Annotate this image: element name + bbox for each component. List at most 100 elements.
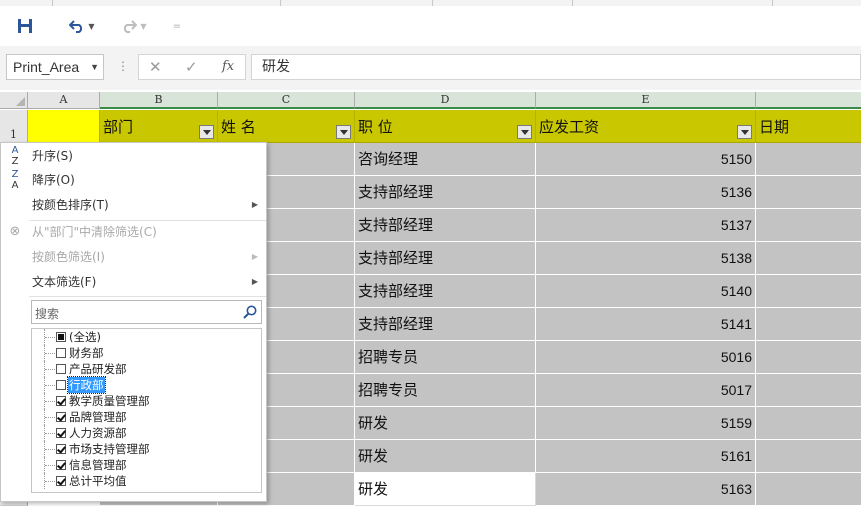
filter-list-item[interactable]: 财务部 xyxy=(32,345,261,361)
filter-search-input[interactable]: 搜索 xyxy=(31,300,262,324)
header-cell-position[interactable]: 职 位 xyxy=(355,110,536,143)
date-cell[interactable] xyxy=(756,473,861,506)
salary-cell[interactable]: 5150 xyxy=(536,143,756,176)
position-cell[interactable]: 研发 xyxy=(355,440,536,473)
position-cell[interactable]: 支持部经理 xyxy=(355,308,536,341)
salary-cell[interactable]: 5140 xyxy=(536,275,756,308)
salary-cell[interactable]: 5159 xyxy=(536,407,756,440)
checkbox[interactable] xyxy=(56,460,66,470)
confirm-icon[interactable]: ✓ xyxy=(185,58,198,76)
menu-item-label: 文本筛选(F) xyxy=(32,275,97,289)
column-header-d[interactable]: D xyxy=(355,92,536,109)
position-cell[interactable]: 研发 xyxy=(355,407,536,440)
checkbox[interactable] xyxy=(56,428,66,438)
date-cell[interactable] xyxy=(756,275,861,308)
salary-cell[interactable]: 5017 xyxy=(536,374,756,407)
search-icon xyxy=(243,305,257,319)
insert-function-icon[interactable]: fx xyxy=(222,59,234,74)
checkbox[interactable] xyxy=(56,364,66,374)
salary-cell[interactable]: 5016 xyxy=(536,341,756,374)
clear-filter-item[interactable]: ⊗ 从"部门"中清除筛选(C) xyxy=(1,220,266,244)
filter-dropdown-button[interactable] xyxy=(336,125,351,139)
filter-list-item[interactable]: 人力资源部 xyxy=(32,425,261,441)
filter-list-item[interactable]: 教学质量管理部 xyxy=(32,393,261,409)
filter-list-item[interactable]: 信息管理部 xyxy=(32,457,261,473)
cancel-icon[interactable]: ✕ xyxy=(149,58,162,76)
select-all-corner[interactable] xyxy=(0,92,28,109)
row-header-1[interactable]: 1 xyxy=(0,110,28,143)
tree-line xyxy=(44,441,55,457)
filter-list-item[interactable]: 总计平均值 xyxy=(32,473,261,489)
filter-dropdown-button[interactable] xyxy=(737,125,752,139)
checkbox[interactable] xyxy=(56,444,66,454)
filter-dropdown-button[interactable] xyxy=(199,125,214,139)
checkbox[interactable] xyxy=(56,396,66,406)
header-label: 应发工资 xyxy=(539,118,600,136)
salary-cell[interactable]: 5161 xyxy=(536,440,756,473)
header-cell-salary[interactable]: 应发工资 xyxy=(536,110,756,143)
header-cell-name[interactable]: 姓 名 xyxy=(218,110,355,143)
position-cell[interactable]: 研发 xyxy=(355,473,536,506)
header-cell-department[interactable]: 部门 xyxy=(100,110,218,143)
column-header-a[interactable]: A xyxy=(28,92,100,109)
salary-cell[interactable]: 5163 xyxy=(536,473,756,506)
salary-cell[interactable]: 5141 xyxy=(536,308,756,341)
redo-button[interactable]: ▼ xyxy=(116,16,152,36)
text-filter-item[interactable]: 文本筛选(F) ▶ xyxy=(1,270,266,294)
date-cell[interactable] xyxy=(756,440,861,473)
clear-filter-icon: ⊗ xyxy=(9,224,21,239)
date-cell[interactable] xyxy=(756,341,861,374)
sort-ascending-item[interactable]: AZ 升序(S) xyxy=(1,144,266,168)
filter-dropdown-button[interactable] xyxy=(517,125,532,139)
date-cell[interactable] xyxy=(756,374,861,407)
sort-ascending-icon: AZ xyxy=(11,145,19,167)
filter-list-item[interactable]: 行政部 xyxy=(32,376,261,394)
formula-input[interactable]: 研发 xyxy=(251,54,861,80)
date-cell[interactable] xyxy=(756,176,861,209)
chevron-down-icon: ▼ xyxy=(140,21,147,31)
position-cell[interactable]: 招聘专员 xyxy=(355,374,536,407)
date-cell[interactable] xyxy=(756,242,861,275)
salary-cell[interactable]: 5138 xyxy=(536,242,756,275)
filter-by-color-item[interactable]: 按颜色筛选(I) ▶ xyxy=(1,245,266,269)
save-button[interactable] xyxy=(14,16,36,36)
filter-list-item[interactable]: 产品研发部 xyxy=(32,361,261,377)
checkbox[interactable] xyxy=(56,332,66,342)
checkbox[interactable] xyxy=(56,348,66,358)
checkbox[interactable] xyxy=(56,476,66,486)
header-cell-date[interactable]: 日期 xyxy=(756,110,861,143)
undo-button[interactable]: ▼ xyxy=(64,16,100,36)
date-cell[interactable] xyxy=(756,407,861,440)
checkbox[interactable] xyxy=(56,380,66,390)
sort-descending-item[interactable]: ZA 降序(O) xyxy=(1,168,266,192)
position-cell[interactable]: 支持部经理 xyxy=(355,176,536,209)
checkbox[interactable] xyxy=(56,412,66,422)
position-cell[interactable]: 支持部经理 xyxy=(355,242,536,275)
chevron-down-icon[interactable]: ▼ xyxy=(90,55,99,79)
sort-by-color-item[interactable]: 按颜色排序(T) ▶ xyxy=(1,193,266,217)
filter-list-item[interactable]: 市场支持管理部 xyxy=(32,441,261,457)
date-cell[interactable] xyxy=(756,308,861,341)
tree-line xyxy=(44,393,55,409)
salary-cell[interactable]: 5137 xyxy=(536,209,756,242)
tree-line xyxy=(44,457,55,473)
column-header-c[interactable]: C xyxy=(218,92,355,109)
header-cell-a[interactable] xyxy=(28,110,100,143)
salary-cell[interactable]: 5136 xyxy=(536,176,756,209)
position-cell[interactable]: 支持部经理 xyxy=(355,275,536,308)
name-box[interactable]: Print_Area ▼ xyxy=(6,54,104,80)
position-cell[interactable]: 招聘专员 xyxy=(355,341,536,374)
filter-list-item[interactable]: (全选) xyxy=(32,329,261,345)
position-cell[interactable]: 支持部经理 xyxy=(355,209,536,242)
column-header-e[interactable]: E xyxy=(536,92,756,109)
tree-line xyxy=(44,425,55,441)
column-header-b[interactable]: B xyxy=(100,92,218,109)
customize-toolbar-icon[interactable]: = xyxy=(170,16,184,36)
filter-list-item[interactable]: 品牌管理部 xyxy=(32,409,261,425)
column-header-f[interactable] xyxy=(756,92,861,109)
position-cell[interactable]: 咨询经理 xyxy=(355,143,536,176)
tree-line xyxy=(44,377,55,393)
filter-item-label: (全选) xyxy=(69,330,101,344)
date-cell[interactable] xyxy=(756,209,861,242)
date-cell[interactable] xyxy=(756,143,861,176)
